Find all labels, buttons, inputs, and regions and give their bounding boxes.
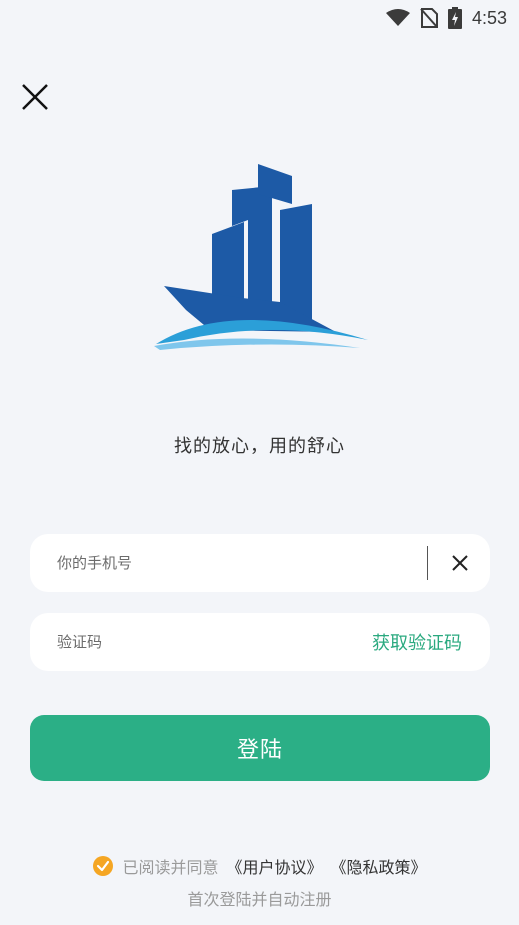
wifi-icon [385,9,410,27]
login-button[interactable]: 登陆 [30,715,490,781]
status-time: 4:53 [471,7,507,28]
clear-phone-button[interactable] [442,545,478,581]
agreement-row: 已阅读并同意 《用户协议》 《隐私政策》 [0,854,519,878]
verification-code-input[interactable] [30,612,372,672]
close-icon [22,84,48,110]
checkmark-icon[interactable] [92,855,114,877]
battery-charging-icon [447,7,462,29]
phone-field-container [30,533,490,593]
privacy-policy-link[interactable]: 《隐私政策》 [331,854,427,878]
phone-input[interactable] [30,533,427,593]
get-code-button[interactable]: 获取验证码 [372,629,462,655]
app-logo [150,160,372,355]
close-button[interactable] [18,80,52,114]
slogan: 找的放心，用的舒心 [174,436,345,457]
agreement-text: 已阅读并同意 [122,858,219,877]
no-sim-icon [420,8,438,28]
code-field-container: 获取验证码 [30,612,490,672]
input-divider [427,546,428,580]
status-bar: 4:53 [0,0,519,36]
auto-register-note: 首次登陆并自动注册 [187,890,332,909]
close-icon [452,555,468,571]
user-agreement-link[interactable]: 《用户协议》 [226,854,322,878]
